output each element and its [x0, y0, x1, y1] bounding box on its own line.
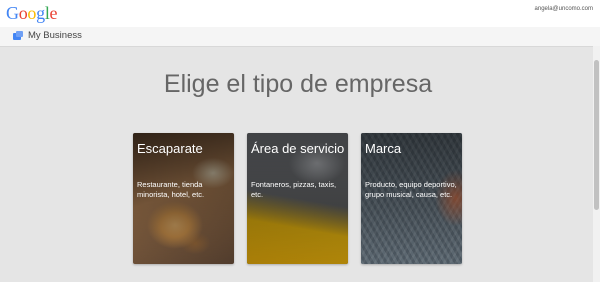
logo-letter: e — [49, 3, 58, 23]
card-description: Restaurante, tienda minorista, hotel, et… — [137, 180, 205, 199]
product-bar — [0, 27, 600, 47]
account-email[interactable]: angela@uncomo.com — [535, 6, 593, 12]
my-business-label[interactable]: My Business — [28, 30, 82, 41]
top-bar: Google angela@uncomo.com — [0, 0, 600, 27]
business-type-card-service-area[interactable]: Área de servicio Fontaneros, pizzas, tax… — [247, 133, 348, 264]
business-type-card-brand[interactable]: Marca Producto, equipo deportivo, grupo … — [361, 133, 462, 264]
business-type-card-storefront[interactable]: Escaparate Restaurante, tienda minorista… — [133, 133, 234, 264]
card-title: Marca — [365, 141, 402, 156]
card-title: Área de servicio — [251, 141, 345, 156]
logo-letter: o — [27, 3, 37, 23]
scrollbar-thumb[interactable] — [594, 60, 599, 210]
page-title: Elige el tipo de empresa — [163, 70, 433, 98]
card-title: Escaparate — [137, 141, 203, 156]
card-description: Fontaneros, pizzas, taxis, etc. — [251, 180, 337, 199]
google-logo[interactable]: Google — [6, 3, 58, 24]
logo-letter: G — [6, 3, 19, 23]
logo-letter: g — [36, 3, 45, 23]
my-business-icon — [13, 31, 23, 40]
card-description: Producto, equipo deportivo, grupo musica… — [365, 180, 457, 199]
